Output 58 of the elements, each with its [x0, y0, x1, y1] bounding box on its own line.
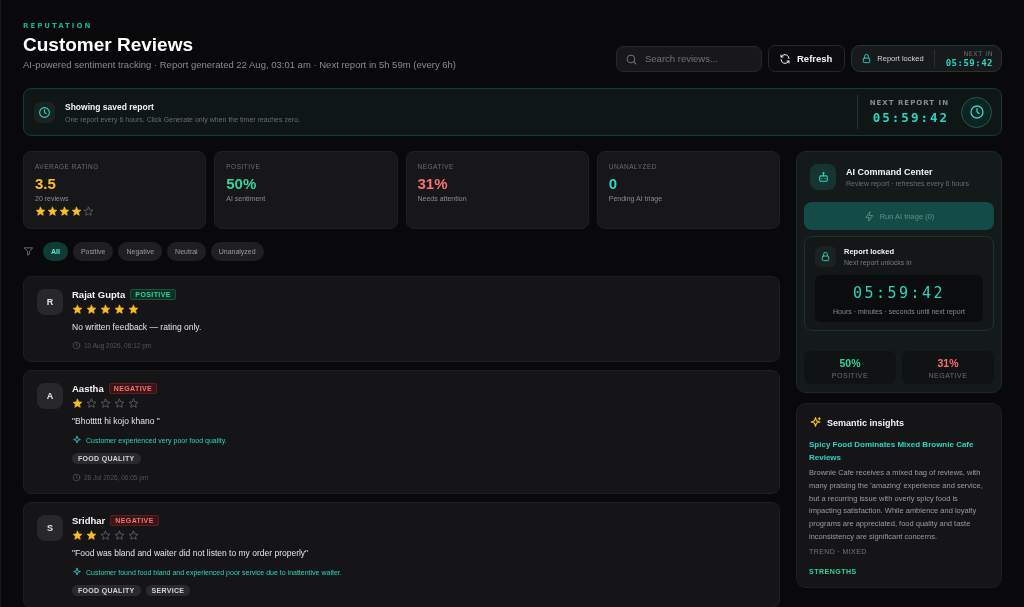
page-title: Customer Reviews — [23, 34, 194, 56]
filled-star-icon — [114, 304, 125, 315]
filled-star-icon — [35, 206, 46, 217]
filled-star-icon — [86, 530, 97, 541]
panel-title: Semantic insights — [827, 417, 905, 428]
filled-star-icon — [72, 530, 83, 541]
filled-star-icon — [71, 206, 82, 217]
insight-headline: Spicy Food Dominates Mixed Brownie Cafe Reviews — [809, 439, 975, 464]
sparkle-icon — [72, 435, 82, 445]
reviewer-name: Rajat Gupta — [72, 289, 126, 300]
avatar: S — [37, 515, 63, 541]
clock-icon — [72, 341, 81, 350]
lock-icon — [820, 251, 831, 262]
metric-value: 50% — [838, 357, 862, 369]
countdown-timer: 05:59:42 — [945, 57, 993, 68]
stat-value: 0 — [608, 175, 619, 192]
clock-icon — [968, 104, 985, 120]
sparkle-icon — [72, 567, 82, 577]
search-field[interactable]: Search reviews... — [616, 45, 762, 72]
countdown-timer: 05:59:42 — [851, 284, 947, 302]
filter-icon — [23, 246, 34, 257]
metric-value: 31% — [936, 357, 960, 369]
filled-star-icon — [100, 304, 111, 315]
filled-star-icon — [128, 304, 139, 315]
review-text: "Bhottttt hi kojo khano " — [72, 416, 161, 426]
page-subtitle: AI-powered sentiment tracking · Report generated 22 Aug, 03:01 am · Next report in 5h 59m (every 6h) — [23, 59, 456, 70]
filled-star-icon — [59, 206, 70, 217]
filled-star-icon — [72, 398, 83, 409]
lock-icon — [861, 53, 873, 64]
empty-star-icon — [128, 398, 139, 409]
filled-star-icon — [47, 206, 58, 217]
stat-value: 3.5 — [35, 175, 57, 192]
stat-value: 50% — [226, 175, 258, 192]
countdown-timer: 05:59:42 — [871, 110, 949, 125]
empty-star-icon — [114, 398, 125, 409]
empty-star-icon — [86, 398, 97, 409]
panel-title: AI Command Center — [846, 167, 934, 177]
stat-value: 31% — [417, 175, 449, 192]
reviewer-name: Sridhar — [72, 515, 106, 526]
avatar: A — [37, 383, 63, 409]
review-text: "Food was bland and waiter did not listen to my order properly" — [72, 548, 310, 558]
filled-star-icon — [86, 304, 97, 315]
refresh-icon — [779, 52, 791, 65]
review-text: No written feedback — rating only. — [72, 322, 203, 332]
empty-star-icon — [128, 530, 139, 541]
robot-icon — [816, 170, 830, 184]
sparkle-icon — [809, 416, 822, 429]
avatar: R — [37, 289, 63, 315]
filled-star-icon — [72, 304, 83, 315]
clock-icon — [72, 473, 81, 482]
empty-star-icon — [100, 530, 111, 541]
refresh-button[interactable]: Refresh — [768, 45, 846, 72]
empty-star-icon — [100, 398, 111, 409]
reviewer-name: Aastha — [72, 383, 104, 394]
clock-button[interactable] — [961, 96, 992, 128]
lightning-icon — [863, 210, 875, 222]
empty-star-icon — [114, 530, 125, 541]
banner-title: Showing saved report — [65, 101, 155, 112]
